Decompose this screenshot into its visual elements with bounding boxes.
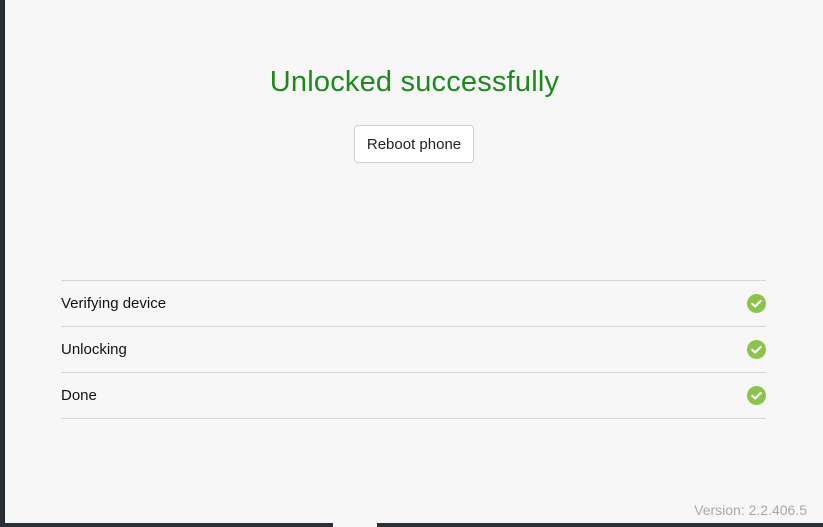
check-circle-icon (747, 340, 766, 359)
version-label: Version: 2.2.406.5 (694, 502, 807, 518)
check-circle-icon (747, 294, 766, 313)
status-title: Unlocked successfully (269, 66, 560, 98)
reboot-phone-button[interactable]: Reboot phone (354, 125, 474, 163)
window-bottom-edge (0, 523, 823, 527)
step-label: Unlocking (61, 341, 127, 358)
step-unlocking: Unlocking (61, 327, 766, 373)
step-label: Verifying device (61, 295, 167, 312)
steps-list: Verifying device Unlocking Done (61, 280, 766, 419)
edge-highlight (333, 523, 377, 527)
step-done: Done (61, 373, 766, 419)
check-circle-icon (747, 386, 766, 405)
step-label: Done (61, 387, 97, 404)
step-verifying-device: Verifying device (61, 281, 766, 327)
unlock-window: Unlocked successfully Reboot phone Verif… (4, 0, 823, 523)
